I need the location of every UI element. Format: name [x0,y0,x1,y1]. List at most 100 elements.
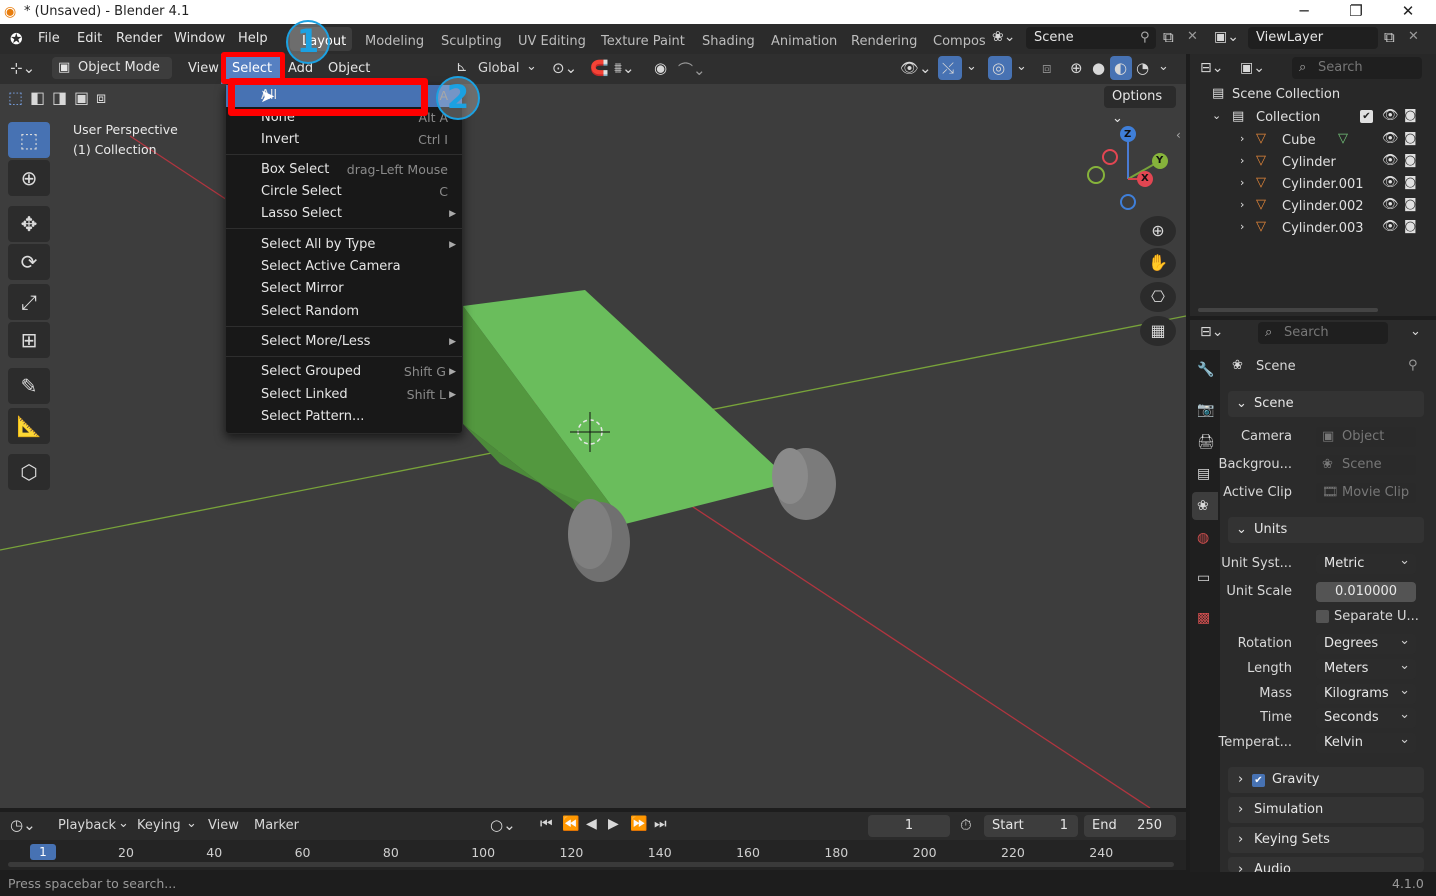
viewlayer-selector[interactable]: ViewLayer [1248,27,1378,49]
proportional-edit-icon[interactable]: ◉ [654,59,667,77]
units-panel-header[interactable]: ⌄ Units [1228,517,1424,543]
background-field[interactable]: ❀ Scene [1316,455,1416,475]
zoom-icon[interactable]: ⊕ [1140,216,1176,246]
shading-rendered-icon[interactable]: ◔ [1136,59,1149,77]
menu-help[interactable]: Help [234,31,272,46]
playhead[interactable]: 1 [30,844,56,860]
current-frame-input[interactable]: 1 [868,815,950,837]
expand-chevron-icon[interactable]: › [1240,198,1244,211]
time-select[interactable]: Seconds [1316,705,1416,728]
unit-system-select[interactable]: Metric [1316,551,1416,574]
camera-icon[interactable]: ◙ [1404,131,1417,146]
eye-icon[interactable]: 👁 [1382,108,1399,123]
menu-view[interactable]: View [184,61,223,76]
move-tool-icon[interactable]: ✥ [8,206,50,242]
stopwatch-icon[interactable]: ⏱ [960,816,972,834]
menu-window[interactable]: Window [170,31,229,46]
camera-field[interactable]: ▣ Object [1316,427,1416,447]
world-tab-icon[interactable]: ◍ [1197,530,1209,546]
blender-menu-icon[interactable]: ✪ [10,30,23,48]
menu-timeline-view[interactable]: View [208,818,239,833]
cursor-tool-icon[interactable]: ⊕ [8,160,50,196]
menu-item-select-more-less[interactable]: Select More/Less ▶ [226,331,462,353]
menu-item-select-all-by-type[interactable]: Select All by Type ▶ [226,234,462,256]
select-box-mode-icon[interactable]: ⬚ [8,88,23,107]
eye-icon[interactable]: 👁 [1382,197,1399,212]
menu-item-select-pattern[interactable]: Select Pattern... [226,406,462,428]
tab-texture-paint[interactable]: Texture Paint [601,34,685,49]
expand-chevron-icon[interactable]: › [1240,176,1244,189]
scene-panel-header[interactable]: ⌄ Scene [1228,391,1424,417]
remove-scene-icon[interactable]: ✕ [1187,29,1198,44]
next-keyframe-icon[interactable]: ⏩ [630,816,647,832]
menu-file[interactable]: File [34,31,64,46]
gizmo-icon[interactable]: ⤯ [942,59,954,77]
snap-icon[interactable]: 🧲 [590,59,609,77]
shading-dropdown-icon[interactable]: ⌄ [1158,59,1169,74]
outliner-row-scene-collection[interactable]: ▤ Scene Collection [1190,84,1436,106]
menu-item-invert[interactable]: Invert Ctrl I [226,129,462,151]
pan-hand-icon[interactable]: ✋ [1140,248,1176,278]
rotate-tool-icon[interactable]: ⟳ [8,244,50,280]
scale-tool-icon[interactable]: ⤢ [8,284,50,320]
new-scene-icon[interactable]: ⧉ [1163,28,1174,46]
viewlayer-type-icon[interactable]: ▣⌄ [1214,29,1239,45]
perspective-toggle-icon[interactable]: ▦ [1140,316,1176,346]
new-viewlayer-icon[interactable]: ⧉ [1384,28,1395,46]
select-tool-icon[interactable]: ⬚ [8,122,50,158]
mesh-data-icon[interactable]: ▽ [1338,131,1348,146]
scene-tab-icon[interactable]: ❀ [1197,498,1209,514]
expand-chevron-icon[interactable]: ⌄ [1212,109,1221,122]
timeline-scrollbar[interactable] [8,862,1174,867]
play-reverse-icon[interactable]: ◀ [586,816,597,832]
eye-icon[interactable]: 👁 [1382,219,1399,234]
camera-view-icon[interactable]: ⎔ [1140,282,1176,312]
transform-tool-icon[interactable]: ⊞ [8,322,50,358]
chevron-down-icon[interactable]: ⌄ [186,816,197,831]
measure-tool-icon[interactable]: 📐 [8,408,50,444]
separate-units-checkbox[interactable] [1316,610,1329,623]
outliner-row-object[interactable]: › ▽ Cylinder 👁 ◙ [1190,152,1436,174]
menu-item-select-random[interactable]: Select Random [226,301,462,323]
expand-chevron-icon[interactable]: › [1240,132,1244,145]
length-select[interactable]: Meters [1316,656,1416,679]
xray-icon[interactable]: ⧈ [1042,59,1052,77]
properties-search-input[interactable]: ⌕ Search [1258,322,1388,344]
shading-solid-icon[interactable]: ● [1092,59,1105,77]
tab-compositing[interactable]: Compos [933,34,986,49]
outliner-row-object[interactable]: › ▽ Cube ▽ 👁 ◙ [1190,130,1436,152]
overlays-icon[interactable]: ◎ [992,59,1005,77]
camera-icon[interactable]: ◙ [1404,153,1417,168]
properties-editor-icon[interactable]: ⊟⌄ [1200,324,1223,340]
audio-panel-header[interactable]: › Audio [1228,857,1424,872]
outliner-row-object[interactable]: › ▽ Cylinder.003 👁 ◙ [1190,218,1436,240]
chevron-down-icon[interactable]: ⌄ [118,816,129,831]
menu-edit[interactable]: Edit [73,31,106,46]
remove-viewlayer-icon[interactable]: ✕ [1408,29,1419,44]
chevron-down-icon[interactable]: ⌄ [526,59,537,74]
snap-target-icon[interactable]: ⩩⌄ [614,59,635,77]
camera-icon[interactable]: ◙ [1404,219,1417,234]
tab-shading[interactable]: Shading [702,34,755,49]
pin-icon[interactable]: ⚲ [1140,30,1150,45]
pin-icon[interactable]: ⚲ [1408,358,1418,373]
outliner-search-input[interactable]: ⌕ Search [1292,57,1422,79]
jump-start-icon[interactable]: ⏮ [540,816,553,832]
scene-selector[interactable]: Scene [1026,27,1156,49]
active-clip-field[interactable]: 🎞 Movie Clip [1316,483,1416,503]
options-dropdown[interactable]: Options ⌄ [1104,86,1176,126]
sidebar-toggle-icon[interactable]: ‹ [1176,128,1181,142]
menu-item-lasso-select[interactable]: Lasso Select ▶ [226,203,462,225]
select-extend-icon[interactable]: ◧ [30,88,45,107]
unit-scale-input[interactable]: 0.010000 [1316,582,1416,602]
eye-icon[interactable]: 👁 [1382,175,1399,190]
tab-sculpting[interactable]: Sculpting [441,34,502,49]
menu-playback[interactable]: Playback [58,818,116,833]
rotation-select[interactable]: Degrees [1316,631,1416,654]
eye-icon[interactable]: 👁 [1382,131,1399,146]
exclude-checkbox[interactable]: ✔ [1360,110,1373,123]
outliner-editor-icon[interactable]: ⊟⌄ [1200,60,1223,76]
menu-keying[interactable]: Keying [137,818,181,833]
menu-item-circle-select[interactable]: Circle Select C [226,181,462,203]
start-frame-input[interactable]: Start 1 [984,815,1078,837]
